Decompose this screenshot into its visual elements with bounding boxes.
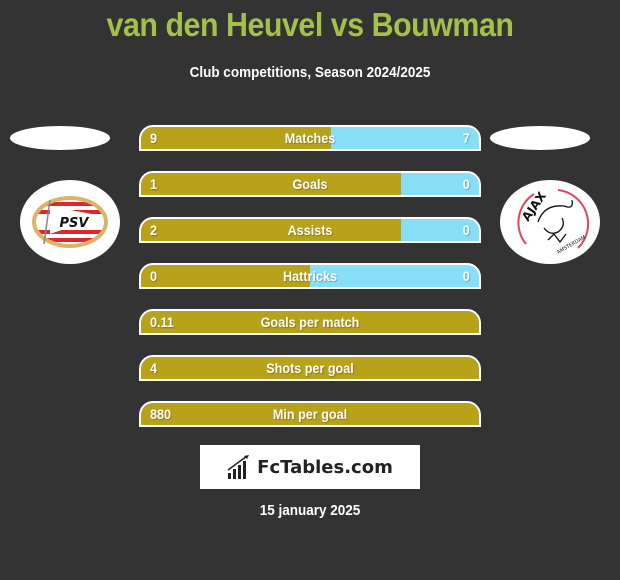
date-label: 15 january 2025 bbox=[259, 502, 361, 519]
stat-label: Shots per goal bbox=[266, 360, 354, 376]
stat-label: Assists bbox=[287, 222, 333, 238]
right-player-oval bbox=[490, 126, 590, 150]
stat-row-shots-per-goal: 4 Shots per goal bbox=[139, 355, 481, 381]
right-value: 0 bbox=[462, 176, 470, 192]
left-value: 9 bbox=[150, 130, 158, 146]
stat-row-hattricks: 0 Hattricks 0 bbox=[139, 263, 481, 289]
svg-text:AMSTERDAM: AMSTERDAM bbox=[556, 234, 587, 255]
right-value: 0 bbox=[462, 222, 470, 238]
stat-label: Goals per match bbox=[260, 314, 360, 330]
left-value: 4 bbox=[150, 360, 158, 376]
stat-row-goals: 1 Goals 0 bbox=[139, 171, 481, 197]
left-value: 1 bbox=[150, 176, 158, 192]
season-subtitle: Club competitions, Season 2024/2025 bbox=[189, 64, 431, 81]
stat-label: Hattricks bbox=[283, 268, 337, 284]
left-value: 2 bbox=[150, 222, 158, 238]
right-value: 7 bbox=[462, 130, 470, 146]
stat-row-matches: 9 Matches 7 bbox=[139, 125, 481, 151]
stat-label: Goals bbox=[292, 176, 328, 192]
right-team-badge[interactable]: AJAX AMSTERDAM bbox=[500, 180, 600, 264]
stat-label: Min per goal bbox=[272, 406, 348, 422]
right-value: 0 bbox=[462, 268, 470, 284]
svg-text:PSV: PSV bbox=[60, 216, 90, 231]
stat-row-min-per-goal: 880 Min per goal bbox=[139, 401, 481, 427]
left-player-oval bbox=[10, 126, 110, 150]
left-team-badge[interactable]: PSV bbox=[20, 180, 120, 264]
bar-chart-icon bbox=[227, 455, 250, 479]
fctables-brand-link[interactable]: FcTables.com bbox=[200, 445, 420, 489]
page-title: van den Heuvel vs Bouwman bbox=[106, 6, 514, 43]
brand-name: FcTables.com bbox=[257, 456, 393, 478]
ajax-logo-icon: AJAX AMSTERDAM bbox=[517, 189, 590, 256]
left-value: 0 bbox=[150, 268, 158, 284]
stat-row-goals-per-match: 0.11 Goals per match bbox=[139, 309, 481, 335]
stat-label: Matches bbox=[284, 130, 336, 146]
stat-row-assists: 2 Assists 0 bbox=[139, 217, 481, 243]
psv-logo-icon: PSV bbox=[32, 196, 108, 248]
